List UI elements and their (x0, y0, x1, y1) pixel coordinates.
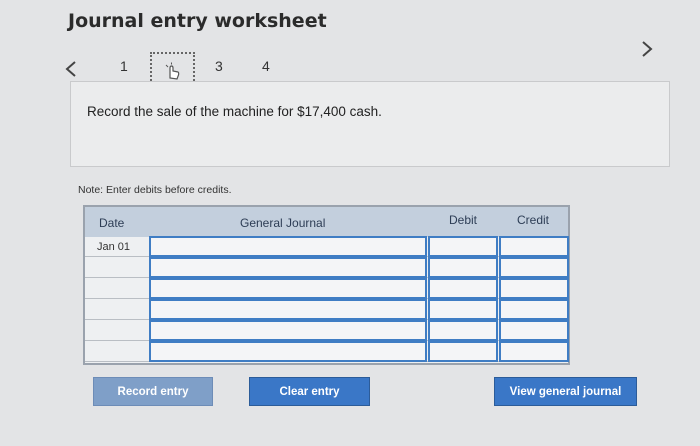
credit-input[interactable] (499, 278, 569, 299)
table-header: Date General Journal Debit Credit (85, 207, 568, 237)
debit-input[interactable] (428, 299, 498, 320)
page-title: Journal entry worksheet (68, 10, 327, 32)
header-date: Date (99, 216, 125, 230)
date-cell (85, 320, 147, 341)
account-input[interactable] (149, 236, 427, 257)
view-general-journal-button[interactable]: View general journal (494, 377, 637, 406)
date-cell (85, 299, 147, 320)
table-row (85, 320, 569, 341)
table-row (85, 299, 569, 320)
credit-input[interactable] (499, 341, 569, 362)
instruction-text: Record the sale of the machine for $17,4… (87, 104, 382, 119)
debit-input[interactable] (428, 236, 498, 257)
account-input[interactable] (149, 320, 427, 341)
credit-input[interactable] (499, 320, 569, 341)
date-cell: Jan 01 (97, 241, 131, 253)
chevron-right-icon[interactable] (640, 38, 654, 64)
note-text: Note: Enter debits before credits. (78, 184, 232, 196)
header-debit: Debit (449, 213, 478, 227)
date-cell (85, 278, 147, 299)
credit-input[interactable] (499, 257, 569, 278)
table-row (85, 257, 569, 278)
journal-table: Date General Journal Debit Credit Jan 01 (83, 205, 570, 365)
step-3[interactable]: 3 (215, 58, 223, 74)
debit-input[interactable] (428, 341, 498, 362)
debit-input[interactable] (428, 257, 498, 278)
date-cell (85, 341, 147, 362)
step-1[interactable]: 1 (120, 58, 128, 74)
step-4[interactable]: 4 (262, 58, 270, 74)
table-row (85, 341, 569, 362)
table-row: Jan 01 (85, 236, 569, 257)
date-cell (85, 257, 147, 278)
hand-pointer-icon (165, 62, 179, 80)
clear-entry-button[interactable]: Clear entry (249, 377, 370, 406)
table-row (85, 278, 569, 299)
account-input[interactable] (149, 341, 427, 362)
account-input[interactable] (149, 299, 427, 320)
credit-input[interactable] (499, 236, 569, 257)
record-entry-button[interactable]: Record entry (93, 377, 213, 406)
instruction-box: Record the sale of the machine for $17,4… (70, 81, 670, 167)
header-credit: Credit (517, 213, 550, 227)
debit-input[interactable] (428, 320, 498, 341)
account-input[interactable] (149, 278, 427, 299)
debit-input[interactable] (428, 278, 498, 299)
header-general-journal: General Journal (240, 216, 326, 230)
credit-input[interactable] (499, 299, 569, 320)
account-input[interactable] (149, 257, 427, 278)
